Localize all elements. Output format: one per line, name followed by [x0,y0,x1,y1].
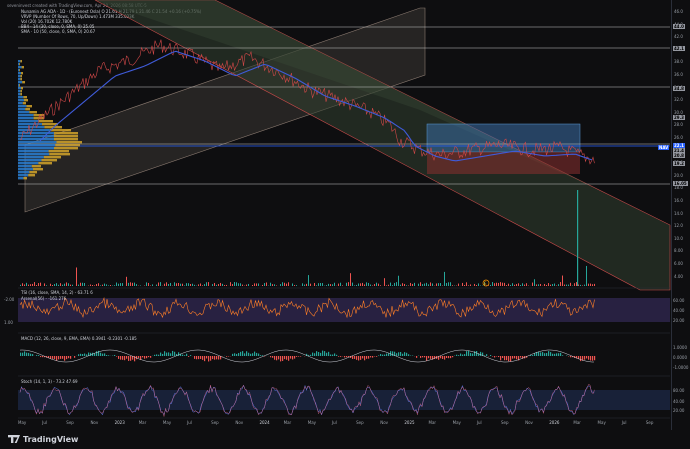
macd-tick-0: 0.0000 [673,355,687,360]
price-tick: 46.0 [674,9,683,14]
time-label: Jul [331,420,337,425]
tsi-side-label-1: -2.00 [4,297,15,302]
price-tick: 6.00 [674,261,683,266]
tsi-tick-40: 40.00 [673,308,685,313]
price-tick: 10.0 [674,235,683,241]
time-label: May [162,420,172,425]
time-label: 2026 [549,420,560,425]
stoch-band [18,390,670,410]
time-label: May [452,420,461,425]
time-label: Nov [235,420,244,425]
tsi-legend-2[interactable]: Arsenal(56) - -161.276 [21,296,66,301]
price-tag: 16.05 [673,181,688,186]
price-tick: 12.0 [674,223,683,229]
price-tick: 32.0 [674,97,683,103]
price-tick: 28.0 [674,122,683,128]
price-tick: 36.0 [674,72,683,77]
price-tag: 42.1 [673,46,685,51]
price-tick: 8.00 [674,248,683,254]
time-label: Nov [525,420,533,425]
time-label: Sep [645,420,654,425]
blue-zone [426,123,581,153]
price-tag: 29.3 [673,115,685,120]
time-label: May [18,420,27,425]
stoch-tick-40: 40.00 [673,399,685,404]
time-label: 2025 [404,420,415,425]
price-tick: 16.0 [674,198,683,203]
tradingview-logo: TradingView [8,435,78,445]
time-label: Jul [621,420,627,425]
time-label: Jul [42,420,47,425]
price-tick: 42.0 [674,34,683,40]
time-label: Nov [90,420,99,425]
main-price-pane[interactable] [0,0,690,449]
nav-tag: NAV [658,145,670,150]
price-tick: 4.00 [674,273,683,279]
price-tick: 20.0 [674,172,683,178]
price-tick: 38.0 [674,59,683,65]
time-label: Mar [283,420,292,425]
time-label: Nov [380,420,389,425]
tradingview-logo-icon [8,435,20,443]
time-label: Jul [187,420,192,425]
tsi-band [18,298,670,322]
price-tag: 19.2 [673,161,685,166]
stoch-legend[interactable]: Stoch (14, 1, 3) - 73.2 47.69 [21,379,78,384]
event-badge-label[interactable]: E [484,281,487,286]
macd-tick-1: 1.0000 [673,345,687,350]
price-tag: 44.0 [673,24,685,29]
time-label: Sep [211,420,219,425]
time-label: 2023 [114,420,125,425]
time-axis[interactable]: May Jul Sep Nov 2023 Mar May Jul Sep Nov 2024 Mar Ma… [18,420,670,428]
time-label: Mar [138,420,147,425]
time-label: May [597,420,606,425]
time-label: Sep [66,420,74,425]
time-label: 2024 [259,420,270,425]
tsi-tick-60: 60.00 [673,298,685,303]
time-label: Jul [476,420,482,425]
time-label: Mar [428,420,437,425]
stoch-tick-20: 20.00 [673,408,685,413]
tsi-tick-20: 20.00 [673,318,685,323]
stoch-tick-80: 80.00 [673,388,685,393]
time-label: May [307,420,317,425]
price-tick: 18.0 [674,185,683,191]
tsi-side-label-2: 1.00 [4,320,13,325]
price-tick: 26.0 [674,135,683,140]
macd-tick-m1: -1.0000 [673,365,689,370]
time-label: Sep [500,420,509,425]
time-label: Mar [573,420,581,425]
tsi-legend[interactable]: TSI (16, close, SMA, 14, 2) - 63.71 6 [21,290,93,295]
tradingview-logo-text: TradingView [23,435,79,444]
price-tag: 20.8 [673,153,685,158]
price-tag: 34.8 [673,86,685,91]
macd-legend[interactable]: MACD (12, 26, close, 9, EMA, EMA) 0.3941… [21,336,137,341]
price-tick: 14.0 [674,210,683,216]
time-label: Sep [356,420,364,425]
chart-window: seveninvest created with TradingView.com… [0,0,690,449]
